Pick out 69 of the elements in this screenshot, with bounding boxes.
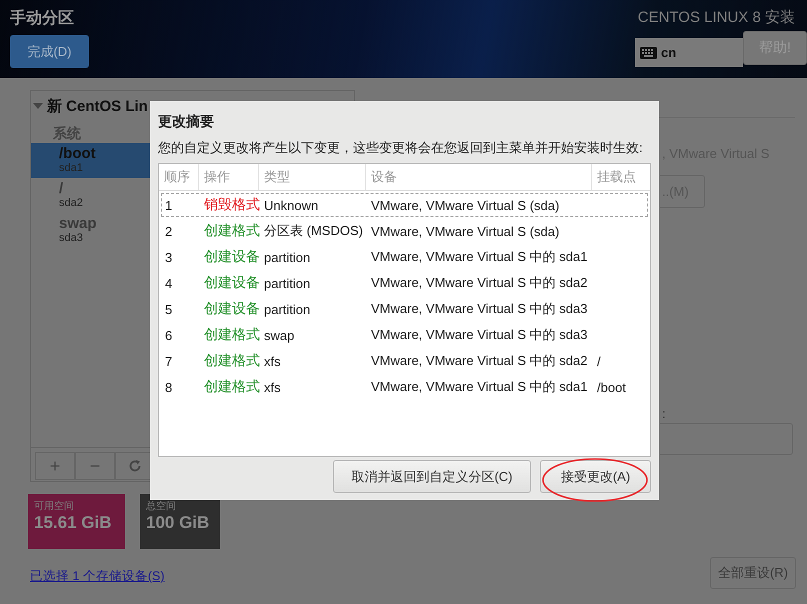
column-header[interactable]: 挂载点	[592, 164, 650, 190]
type-cell-text: xfs	[263, 380, 282, 394]
refresh-icon	[128, 459, 142, 473]
action-cell-text: 创建设备	[203, 300, 261, 318]
type-cell-text: partition	[263, 250, 312, 264]
type-cell-text: swap	[263, 328, 296, 342]
order-cell-text: 3	[164, 250, 174, 264]
order-cell-text: 7	[164, 354, 174, 368]
type-cell-text: partition	[263, 302, 312, 316]
change-row[interactable]: 5 创建设备 partition VMware, VMware Virtual S 中的 sda3	[161, 297, 648, 321]
change-row[interactable]: 2 创建格式 分区表 (MSDOS) VMware, VMware Virtual S (sda)	[161, 219, 648, 243]
change-row[interactable]: 3 创建设备 partition VMware, VMware Virtual S 中的 sda1	[161, 245, 648, 269]
available-space-value: 15.61 GiB	[34, 513, 112, 533]
total-space-value: 100 GiB	[146, 513, 210, 533]
column-header[interactable]: 设备	[366, 164, 592, 190]
mount-point-cell-text: /boot	[596, 380, 627, 394]
toolbar-button[interactable]: +	[35, 452, 75, 480]
reset-all-button[interactable]: 全部重设(R)	[710, 557, 796, 589]
order-cell-text: 5	[164, 302, 174, 316]
type-cell-text: partition	[263, 276, 312, 290]
dialog-title: 更改摘要	[158, 113, 215, 131]
type-cell-text: 分区表 (MSDOS)	[263, 222, 364, 240]
done-button[interactable]: 完成(D)	[10, 35, 89, 68]
keyboard-icon	[640, 46, 657, 58]
column-header[interactable]: 顺序	[159, 164, 199, 190]
device-cell-text: VMware, VMware Virtual S (sda)	[370, 224, 560, 238]
dialog-message: 您的自定义更改将产生以下变更，这些变更将会在您返回到主菜单并开始安装时生效:	[158, 139, 644, 157]
input-field[interactable]	[660, 423, 793, 455]
action-cell-text: 创建设备	[203, 274, 261, 292]
screen-title: 手动分区	[10, 8, 75, 29]
order-cell-text: 4	[164, 276, 174, 290]
change-row[interactable]: 8 创建格式 xfs VMware, VMware Virtual S 中的 sda1 /boot	[161, 375, 648, 399]
device-cell-text: VMware, VMware Virtual S 中的 sda1	[370, 248, 588, 266]
field-label: :	[662, 406, 666, 421]
accept-button[interactable]: 接受更改(A)	[540, 460, 651, 493]
order-cell-text: 1	[164, 198, 174, 212]
order-cell-text: 6	[164, 328, 174, 342]
change-row[interactable]: 4 创建设备 partition VMware, VMware Virtual S 中的 sda2	[161, 271, 648, 295]
device-cell-text: VMware, VMware Virtual S 中的 sda2	[370, 352, 588, 370]
action-cell-text: 销毁格式	[203, 196, 261, 214]
available-space-label: 可用空间	[34, 500, 75, 513]
device-cell-text: VMware, VMware Virtual S 中的 sda1	[370, 378, 588, 396]
product-title: CENTOS LINUX 8 安装	[638, 8, 795, 27]
cancel-button[interactable]: 取消并返回到自定义分区(C)	[333, 460, 531, 493]
action-cell-text: 创建格式	[203, 326, 261, 344]
keyboard-layout-indicator[interactable]: cn	[635, 38, 743, 67]
device-cell-text: VMware, VMware Virtual S (sda)	[370, 198, 560, 212]
device-cell-text: VMware, VMware Virtual S 中的 sda3	[370, 300, 588, 318]
installation-group-title: 新 CentOS Lin	[47, 96, 148, 116]
device-cell-text: VMware, VMware Virtual S 中的 sda2	[370, 274, 588, 292]
total-space-label: 总空间	[146, 500, 177, 513]
change-row[interactable]: 6 创建格式 swap VMware, VMware Virtual S 中的 sda3	[161, 323, 648, 347]
action-cell-text: 创建设备	[203, 248, 261, 266]
device-cell-text: VMware, VMware Virtual S 中的 sda3	[370, 326, 588, 344]
type-cell-text: Unknown	[263, 198, 320, 212]
expander-icon[interactable]	[33, 102, 43, 110]
column-header[interactable]: 类型	[259, 164, 366, 190]
order-cell-text: 2	[164, 224, 174, 238]
type-cell-text: xfs	[263, 354, 282, 368]
storage-devices-link[interactable]: 已选择 1 个存储设备(S)	[30, 569, 165, 583]
action-cell-text: 创建格式	[203, 378, 261, 396]
action-cell-text: 创建格式	[203, 222, 261, 240]
column-header[interactable]: 操作	[199, 164, 259, 190]
toolbar-button[interactable]: −	[75, 452, 115, 480]
change-row[interactable]: 1 销毁格式 Unknown VMware, VMware Virtual S (sda)	[161, 193, 648, 217]
action-cell-text: 创建格式	[203, 352, 261, 370]
mount-point-cell-text: /	[596, 354, 602, 368]
order-cell-text: 8	[164, 380, 174, 394]
change-row[interactable]: 7 创建格式 xfs VMware, VMware Virtual S 中的 sda2 /	[161, 349, 648, 373]
